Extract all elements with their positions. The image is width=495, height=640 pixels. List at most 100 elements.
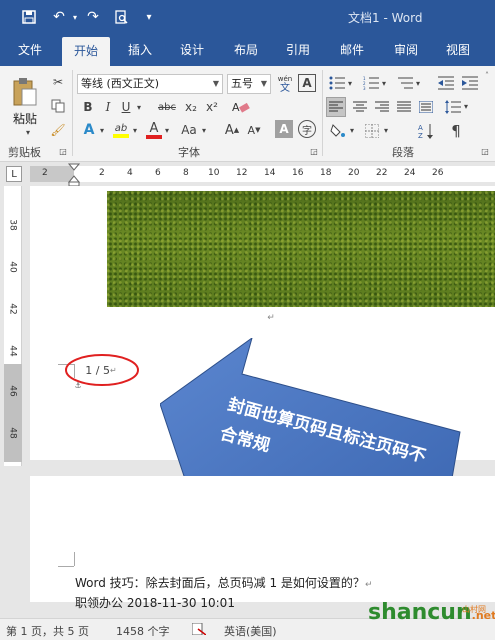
superscript-button[interactable]: x²	[203, 98, 221, 116]
align-left-icon[interactable]	[326, 97, 346, 117]
ruler-margin	[4, 364, 22, 462]
line-spacing-dropdown-icon[interactable]: ▾	[462, 99, 470, 113]
font-group-label: 字体	[178, 146, 200, 159]
justify-icon[interactable]	[394, 97, 414, 117]
format-painter-icon[interactable]: 🖌	[48, 120, 68, 140]
ruler-label: 2	[99, 168, 105, 178]
font-size-combo[interactable]: 五号 ▼	[227, 74, 271, 94]
indent-marker[interactable]	[68, 162, 80, 186]
page-count-status[interactable]: 第 1 页，共 5 页	[6, 623, 89, 639]
subscript-button[interactable]: x₂	[182, 98, 200, 116]
numbering-dropdown-icon[interactable]: ▾	[380, 76, 388, 90]
underline-dropdown-icon[interactable]: ▾	[134, 98, 144, 116]
ruler-label: 26	[432, 168, 444, 178]
proofing-icon[interactable]	[191, 622, 207, 638]
numbering-icon[interactable]: 123	[362, 74, 380, 92]
ruler-label: 44	[7, 345, 18, 357]
tab-layout[interactable]: 布局	[224, 34, 268, 66]
shading-dropdown-icon[interactable]: ▾	[348, 123, 356, 137]
cover-image[interactable]	[107, 191, 495, 307]
paragraph-launcher-icon[interactable]: ◲	[480, 146, 490, 156]
tab-view[interactable]: 视图	[436, 34, 480, 66]
character-border-button[interactable]: A	[298, 74, 316, 92]
clear-formatting-icon[interactable]: A	[230, 98, 252, 116]
paste-label[interactable]: 粘贴	[6, 110, 44, 126]
align-center-icon[interactable]	[350, 97, 370, 117]
cut-icon[interactable]: ✂	[48, 72, 68, 92]
tab-selector[interactable]: L	[6, 166, 22, 182]
svg-text:Z: Z	[418, 132, 423, 139]
tab-file[interactable]: 文件	[8, 34, 52, 66]
ruler-label: 6	[155, 168, 161, 178]
increase-indent-icon[interactable]	[460, 74, 480, 92]
font-color-label: A	[149, 120, 159, 136]
strikethrough-button[interactable]: abc	[156, 98, 178, 116]
tab-home[interactable]: 开始	[62, 37, 110, 66]
margin-corner-mark	[58, 566, 74, 567]
sort-icon[interactable]: AZ	[416, 121, 436, 141]
tab-references[interactable]: 引用	[276, 34, 320, 66]
customize-icon[interactable]: ▾	[140, 8, 158, 26]
phonetic-guide-button[interactable]: wén 文	[275, 72, 295, 96]
show-formatting-marks-icon[interactable]: ¶	[446, 121, 466, 141]
highlight-button[interactable]: ab	[111, 120, 131, 140]
ruler-label: 22	[376, 168, 388, 178]
distributed-icon[interactable]	[416, 97, 436, 117]
change-case-dropdown-icon[interactable]: ▾	[200, 122, 208, 138]
grow-font-button[interactable]: A ▲	[223, 120, 241, 140]
clipboard-launcher-icon[interactable]: ◲	[58, 146, 68, 156]
paste-dropdown-icon[interactable]: ▾	[22, 126, 34, 138]
paragraph-mark-icon: ↵	[364, 580, 373, 590]
tab-design[interactable]: 设计	[170, 34, 214, 66]
enclose-characters-button[interactable]: 字	[298, 120, 316, 138]
bullets-dropdown-icon[interactable]: ▾	[346, 76, 354, 90]
group-separator	[322, 70, 323, 156]
chevron-down-icon: ▼	[212, 79, 219, 88]
align-right-icon[interactable]	[372, 97, 392, 117]
ruler-label: 8	[183, 168, 189, 178]
collapse-ribbon-icon[interactable]: ˄	[482, 70, 492, 80]
print-preview-icon[interactable]	[112, 8, 130, 26]
tab-mailings[interactable]: 邮件	[330, 34, 374, 66]
body-text: Word 技巧：除去封面后，总页码减 1 是如何设置的？	[75, 576, 365, 590]
italic-button[interactable]: I	[100, 98, 116, 116]
multilevel-dropdown-icon[interactable]: ▾	[414, 76, 422, 90]
redo-icon[interactable]: ↷	[84, 8, 102, 26]
change-case-button[interactable]: Aa	[178, 120, 200, 140]
font-launcher-icon[interactable]: ◲	[309, 146, 319, 156]
underline-button[interactable]: U	[118, 98, 134, 116]
bold-button[interactable]: B	[80, 98, 96, 116]
shading-icon[interactable]	[328, 121, 348, 141]
ruler-label: 14	[264, 168, 276, 178]
language-status[interactable]: 英语(美国)	[224, 623, 277, 639]
undo-dropdown-icon[interactable]: ▾	[66, 8, 84, 26]
body-text-line[interactable]: Word 技巧：除去封面后，总页码减 1 是如何设置的？↵	[75, 574, 372, 591]
line-spacing-icon[interactable]	[444, 97, 462, 117]
body-text-line[interactable]: 职领办公 2018-11-30 10:01	[75, 594, 235, 610]
ruler-label: 2	[42, 168, 48, 178]
borders-dropdown-icon[interactable]: ▾	[382, 123, 390, 137]
multilevel-list-icon[interactable]	[396, 74, 414, 92]
highlight-label: ab	[114, 122, 128, 134]
text-effects-dropdown-icon[interactable]: ▾	[98, 122, 106, 138]
copy-icon[interactable]	[48, 96, 68, 116]
paste-icon[interactable]	[8, 74, 42, 110]
horizontal-ruler[interactable]: L 2 2 4 6 8 10 12 14 16 18 20 22 24 26	[0, 162, 495, 186]
font-color-button[interactable]: A	[145, 120, 163, 140]
bullets-icon[interactable]	[328, 74, 346, 92]
save-icon[interactable]	[20, 8, 38, 26]
tab-insert[interactable]: 插入	[118, 34, 162, 66]
text-effects-button[interactable]: A	[80, 120, 98, 140]
character-shading-button[interactable]: A	[275, 120, 293, 138]
highlight-dropdown-icon[interactable]: ▾	[131, 122, 139, 138]
word-count-status[interactable]: 1458 个字	[116, 623, 170, 639]
tab-review[interactable]: 审阅	[384, 34, 428, 66]
vertical-ruler[interactable]: 38 40 42 44 46 48	[4, 186, 22, 466]
shrink-font-button[interactable]: A ▼	[245, 120, 263, 140]
ruler-label: 46	[7, 385, 18, 397]
grow-font-label: A	[224, 122, 234, 138]
font-color-dropdown-icon[interactable]: ▾	[163, 122, 171, 138]
font-name-combo[interactable]: 等线 (西文正文) ▼	[77, 74, 223, 94]
decrease-indent-icon[interactable]	[436, 74, 456, 92]
borders-icon[interactable]	[362, 121, 382, 141]
